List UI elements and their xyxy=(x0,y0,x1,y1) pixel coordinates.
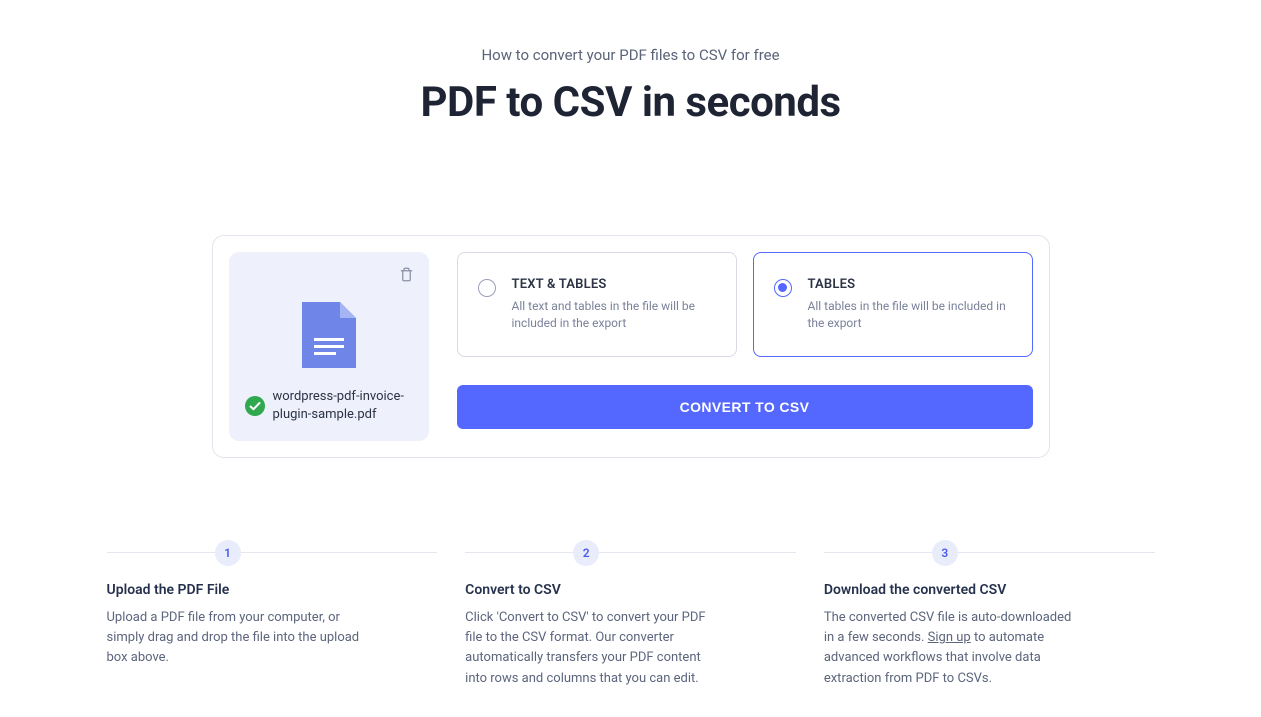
page-title: PDF to CSV in seconds xyxy=(0,78,1261,127)
option-text-and-tables[interactable]: TEXT & TABLES All text and tables in the… xyxy=(457,252,737,357)
option-description: All tables in the file will be included … xyxy=(808,298,1012,332)
step-number-badge: 3 xyxy=(932,540,958,566)
step-number-badge: 2 xyxy=(573,540,599,566)
delete-file-button[interactable] xyxy=(395,262,419,286)
step-body: Click 'Convert to CSV' to convert your P… xyxy=(465,608,725,689)
option-title: TABLES xyxy=(808,277,1012,292)
signup-link[interactable]: Sign up xyxy=(928,630,971,645)
step-connector-line xyxy=(107,552,438,553)
trash-icon xyxy=(399,267,414,282)
option-title: TEXT & TABLES xyxy=(512,277,716,292)
steps-section: 1 Upload the PDF File Upload a PDF file … xyxy=(107,540,1155,689)
step-title: Download the converted CSV xyxy=(824,582,1155,598)
convert-button[interactable]: CONVERT TO CSV xyxy=(457,385,1033,429)
step-title: Upload the PDF File xyxy=(107,582,438,598)
option-description: All text and tables in the file will be … xyxy=(512,298,716,332)
step-connector-line xyxy=(824,552,1155,553)
uploaded-file-tile: wordpress-pdf-invoice-plugin-sample.pdf xyxy=(229,252,429,441)
radio-icon xyxy=(478,279,496,297)
step-body: The converted CSV file is auto-downloade… xyxy=(824,608,1084,689)
option-tables[interactable]: TABLES All tables in the file will be in… xyxy=(753,252,1033,357)
converter-card: wordpress-pdf-invoice-plugin-sample.pdf … xyxy=(212,235,1050,458)
check-circle-icon xyxy=(245,396,265,416)
document-icon xyxy=(302,302,356,368)
step-body: Upload a PDF file from your computer, or… xyxy=(107,608,367,668)
step-number-badge: 1 xyxy=(215,540,241,566)
radio-icon xyxy=(774,279,792,297)
page-subtitle: How to convert your PDF files to CSV for… xyxy=(0,46,1261,64)
file-name: wordpress-pdf-invoice-plugin-sample.pdf xyxy=(273,388,413,423)
step-connector-line xyxy=(465,552,796,553)
step-title: Convert to CSV xyxy=(465,582,796,598)
